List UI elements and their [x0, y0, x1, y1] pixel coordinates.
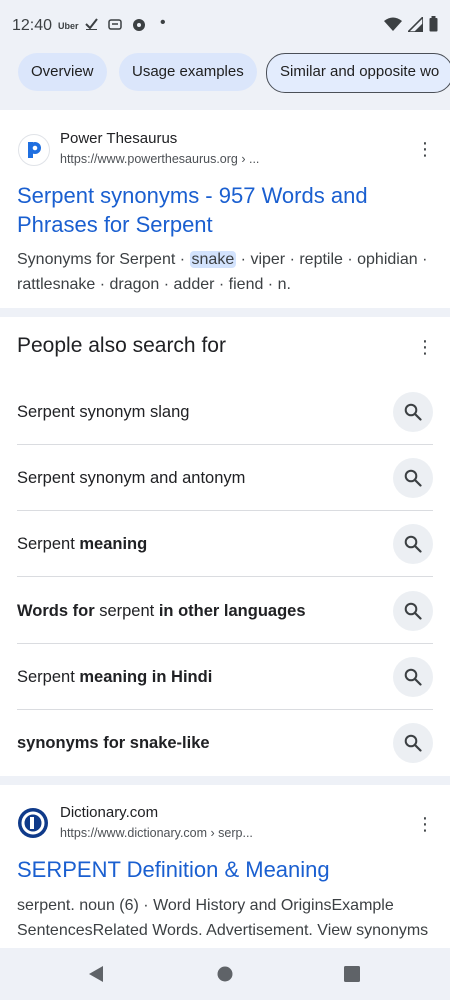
back-icon[interactable]	[87, 965, 105, 988]
related-search-item[interactable]: Serpent synonym slang	[0, 379, 450, 445]
related-search-text-part: in other languages	[158, 601, 306, 620]
snippet-text-pre: Synonyms for Serpent ·	[17, 251, 190, 268]
search-icon[interactable]	[393, 458, 433, 499]
section-divider	[0, 100, 450, 110]
related-search-item[interactable]: Serpent synonym and antonym	[0, 445, 450, 512]
more-options-icon[interactable]: ⋮	[416, 140, 434, 158]
powerthesaurus-logo	[18, 134, 50, 166]
section-divider	[0, 776, 450, 785]
uber-notification-icon: Uber	[58, 21, 79, 31]
status-time: 12:40	[12, 17, 53, 34]
chip-usage-examples[interactable]: Usage examples	[119, 53, 257, 91]
site-name: Dictionary.com	[60, 804, 159, 821]
snippet-highlight: snake	[189, 251, 237, 268]
status-icons	[384, 14, 438, 37]
related-search-text-part: meaning in Hindi	[79, 667, 213, 686]
related-search-item[interactable]: Words for serpent in other languages	[0, 578, 450, 644]
status-bar: 12:40 Uber •	[0, 0, 450, 50]
navigation-bar	[0, 948, 450, 1000]
related-search-text-part: Serpent synonym slang	[17, 403, 190, 421]
battery-icon	[429, 16, 438, 37]
more-options-icon[interactable]: ⋮	[416, 815, 434, 833]
related-search-item[interactable]: Serpent meaning in Hindi	[0, 644, 450, 710]
related-search-text: Serpent synonym slang	[17, 379, 189, 445]
related-search-text-part: Serpent	[17, 667, 80, 686]
related-search-text-part: meaning	[79, 535, 148, 554]
result-snippet: Synonyms for Serpent · snake · viper · r…	[17, 247, 437, 297]
search-icon[interactable]	[393, 656, 433, 697]
search-icon[interactable]	[393, 590, 433, 631]
chip-overview[interactable]: Overview	[18, 53, 107, 91]
dictionary-logo	[18, 808, 48, 838]
search-icon[interactable]	[393, 524, 433, 565]
message-notification-icon	[108, 19, 122, 33]
related-search-text: Words for serpent in other languages	[17, 578, 306, 644]
related-search-item[interactable]: synonyms for snake-like	[0, 710, 450, 776]
search-icon[interactable]	[393, 723, 433, 763]
result-title-link[interactable]: SERPENT Definition & Meaning	[17, 855, 417, 884]
related-search-text: Serpent meaning	[17, 511, 147, 577]
result-title-link[interactable]: Serpent synonyms - 957 Words and Phrases…	[17, 181, 417, 239]
site-url: https://www.dictionary.com › serp...	[60, 826, 253, 840]
people-also-search-title: People also search for	[17, 334, 226, 357]
site-url: https://www.powerthesaurus.org › ...	[60, 152, 260, 166]
site-name: Power Thesaurus	[60, 130, 178, 147]
search-icon[interactable]	[393, 392, 433, 432]
filter-chips-row: Overview Usage examples Similar and oppo…	[0, 50, 450, 100]
signal-icon	[406, 14, 424, 37]
related-search-item[interactable]: Serpent meaning	[0, 511, 450, 578]
recents-icon[interactable]	[344, 966, 360, 987]
home-icon[interactable]	[217, 966, 233, 987]
wifi-icon	[384, 17, 402, 37]
section-divider	[0, 308, 450, 317]
result-snippet: serpent. noun (6) · Word History and Ori…	[17, 897, 429, 948]
related-search-text-part: Words for	[17, 601, 95, 620]
related-search-text: Serpent meaning in Hindi	[17, 644, 212, 710]
related-search-text: synonyms for snake-like	[17, 710, 210, 776]
more-notifications-dot: •	[160, 14, 166, 31]
related-search-text-part: serpent	[94, 601, 159, 620]
related-search-text: Serpent synonym and antonym	[17, 445, 245, 511]
more-options-icon[interactable]: ⋮	[416, 338, 434, 356]
related-search-text-part: Serpent	[17, 535, 80, 554]
chip-similar-and-opposite[interactable]: Similar and opposite wo	[266, 53, 450, 93]
chat-notification-icon	[132, 18, 147, 34]
related-search-text-part: Serpent synonym and antonym	[17, 469, 246, 488]
related-search-text-part: synonyms for snake-like	[17, 734, 210, 752]
checkmark-notification-icon	[85, 18, 98, 33]
